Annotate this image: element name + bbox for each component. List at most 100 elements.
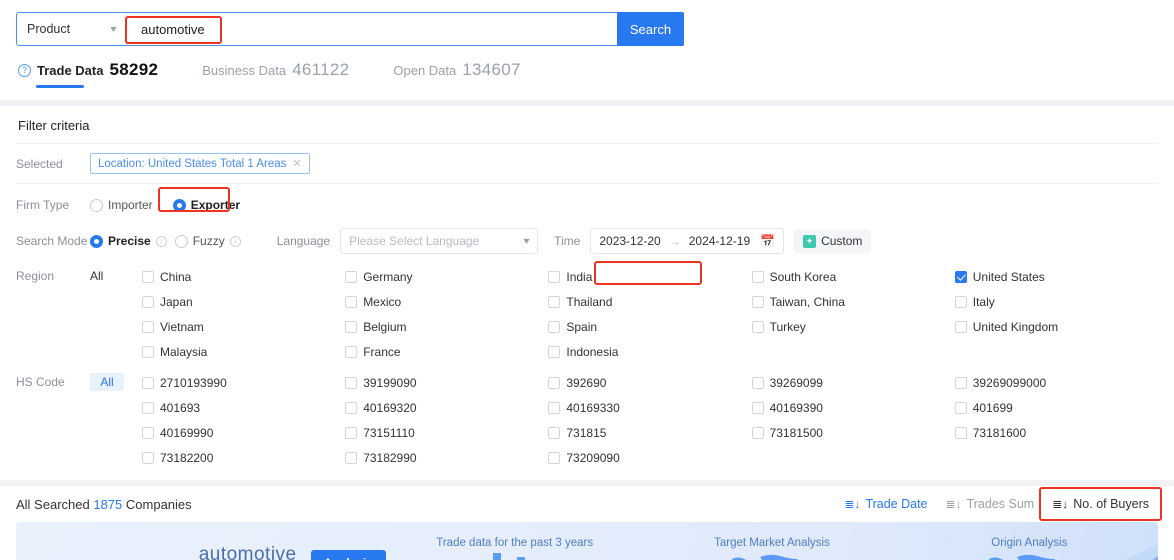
search-input[interactable] bbox=[135, 17, 617, 41]
checkbox-icon[interactable] bbox=[548, 270, 561, 283]
language-select[interactable]: Please Select Language ▾ bbox=[340, 228, 539, 254]
region-checkbox-vietnam[interactable]: Vietnam bbox=[142, 314, 345, 339]
checkbox-icon[interactable] bbox=[548, 295, 561, 308]
checkbox-icon[interactable] bbox=[345, 295, 358, 308]
help-icon[interactable]: ? bbox=[18, 63, 31, 77]
region-checkbox-south-korea[interactable]: South Korea bbox=[751, 264, 955, 289]
tab-business-data[interactable]: Business Data 461122 bbox=[202, 60, 349, 88]
hs-code-checkbox-2710193990[interactable]: 2710193990 bbox=[142, 370, 345, 395]
calendar-icon[interactable]: 📅 bbox=[760, 234, 775, 248]
region-checkbox-united-states[interactable]: United States bbox=[954, 264, 1158, 289]
hs-code-checkbox-401699[interactable]: 401699 bbox=[954, 395, 1158, 420]
date-to[interactable]: 2024-12-19 bbox=[689, 234, 750, 248]
analysis-button[interactable]: Analysis bbox=[310, 550, 386, 560]
region-checkbox-mexico[interactable]: Mexico bbox=[345, 289, 548, 314]
checkbox-icon[interactable] bbox=[954, 401, 967, 414]
hs-code-checkbox-40169330[interactable]: 40169330 bbox=[548, 395, 751, 420]
info-icon[interactable]: i bbox=[155, 235, 167, 247]
hs-code-checkbox-73151110[interactable]: 73151110 bbox=[345, 420, 548, 445]
hs-code-checkbox-73181500[interactable]: 73181500 bbox=[751, 420, 955, 445]
checkbox-icon[interactable] bbox=[345, 345, 358, 358]
region-checkbox-spain[interactable]: Spain bbox=[548, 314, 751, 339]
checkbox-icon[interactable] bbox=[954, 426, 967, 439]
checkbox-icon[interactable] bbox=[142, 320, 154, 333]
hs-code-checkbox-40169990[interactable]: 40169990 bbox=[142, 420, 345, 445]
hs-code-checkbox-392690[interactable]: 392690 bbox=[548, 370, 751, 395]
checkbox-icon[interactable] bbox=[142, 451, 154, 464]
region-checkbox-italy[interactable]: Italy bbox=[954, 289, 1158, 314]
banner-cell-trade-data[interactable]: Trade data for the past 3 years bbox=[386, 537, 643, 560]
region-checkbox-indonesia[interactable]: Indonesia bbox=[548, 339, 751, 364]
checkbox-icon[interactable] bbox=[142, 345, 154, 358]
checkbox-icon[interactable] bbox=[142, 376, 154, 389]
checkbox-icon[interactable] bbox=[751, 426, 764, 439]
hs-code-checkbox-73182990[interactable]: 73182990 bbox=[345, 445, 548, 470]
region-checkbox-germany[interactable]: Germany bbox=[345, 264, 548, 289]
checkbox-icon[interactable] bbox=[954, 270, 967, 283]
tab-trade-data[interactable]: ? Trade Data 58292 bbox=[18, 60, 158, 88]
region-checkbox-united-kingdom[interactable]: United Kingdom bbox=[954, 314, 1158, 339]
checkbox-icon[interactable] bbox=[345, 320, 358, 333]
banner-cell-target-market[interactable]: Target Market Analysis bbox=[643, 537, 900, 560]
hs-code-checkbox-73181600[interactable]: 73181600 bbox=[954, 420, 1158, 445]
sort-no-of-buyers[interactable]: ≣↓ No. of Buyers bbox=[1039, 487, 1162, 521]
checkbox-icon[interactable] bbox=[345, 376, 358, 389]
checkbox-icon[interactable] bbox=[751, 401, 764, 414]
hs-code-checkbox-39199090[interactable]: 39199090 bbox=[345, 370, 548, 395]
date-from[interactable]: 2023-12-20 bbox=[599, 234, 660, 248]
checkbox-icon[interactable] bbox=[751, 270, 764, 283]
checkbox-icon[interactable] bbox=[345, 426, 358, 439]
checkbox-icon[interactable] bbox=[142, 426, 154, 439]
radio-exporter[interactable]: Exporter bbox=[172, 198, 240, 212]
promo-banner[interactable]: automotive Global Trade Activities Analy… bbox=[16, 522, 1158, 560]
region-checkbox-france[interactable]: France bbox=[345, 339, 548, 364]
custom-range-button[interactable]: ✦ Custom bbox=[794, 229, 872, 253]
sort-trade-date[interactable]: ≣↓ Trade Date bbox=[835, 492, 936, 516]
region-checkbox-turkey[interactable]: Turkey bbox=[751, 314, 955, 339]
region-checkbox-china[interactable]: China bbox=[142, 264, 345, 289]
hs-code-checkbox-731815[interactable]: 731815 bbox=[548, 420, 751, 445]
tab-open-data[interactable]: Open Data 134607 bbox=[393, 60, 520, 88]
region-checkbox-belgium[interactable]: Belgium bbox=[345, 314, 548, 339]
hs-code-checkbox-39269099000[interactable]: 39269099000 bbox=[954, 370, 1158, 395]
checkbox-icon[interactable] bbox=[345, 270, 358, 283]
banner-cell-origin-analysis[interactable]: Origin Analysis bbox=[901, 537, 1158, 560]
checkbox-icon[interactable] bbox=[954, 376, 967, 389]
checkbox-icon[interactable] bbox=[345, 401, 358, 414]
hs-code-checkbox-40169320[interactable]: 40169320 bbox=[345, 395, 548, 420]
checkbox-icon[interactable] bbox=[548, 426, 561, 439]
checkbox-icon[interactable] bbox=[751, 320, 764, 333]
radio-fuzzy[interactable]: Fuzzy i bbox=[174, 234, 241, 248]
radio-importer[interactable]: Importer bbox=[90, 198, 153, 212]
checkbox-icon[interactable] bbox=[751, 295, 764, 308]
region-all-button[interactable]: All bbox=[90, 264, 142, 283]
checkbox-icon[interactable] bbox=[345, 451, 358, 464]
region-checkbox-japan[interactable]: Japan bbox=[142, 289, 345, 314]
checkbox-icon[interactable] bbox=[548, 376, 561, 389]
hs-code-checkbox-73182200[interactable]: 73182200 bbox=[142, 445, 345, 470]
hs-code-checkbox-39269099[interactable]: 39269099 bbox=[751, 370, 955, 395]
checkbox-icon[interactable] bbox=[548, 345, 561, 358]
info-icon[interactable]: i bbox=[229, 235, 241, 247]
hs-code-checkbox-40169390[interactable]: 40169390 bbox=[751, 395, 955, 420]
checkbox-icon[interactable] bbox=[751, 376, 764, 389]
region-checkbox-thailand[interactable]: Thailand bbox=[548, 289, 751, 314]
date-range-picker[interactable]: 2023-12-20 → 2024-12-19 📅 bbox=[590, 228, 785, 254]
search-category-select[interactable]: Product ▾ bbox=[17, 13, 127, 45]
radio-precise[interactable]: Precise i bbox=[90, 234, 167, 248]
sort-trades-sum[interactable]: ≣↓ Trades Sum bbox=[937, 492, 1044, 516]
search-button[interactable]: Search bbox=[617, 12, 684, 46]
checkbox-icon[interactable] bbox=[142, 401, 154, 414]
region-checkbox-taiwan-china[interactable]: Taiwan, China bbox=[751, 289, 955, 314]
hs-code-checkbox-73209090[interactable]: 73209090 bbox=[548, 445, 751, 470]
hs-code-checkbox-401693[interactable]: 401693 bbox=[142, 395, 345, 420]
checkbox-icon[interactable] bbox=[142, 295, 154, 308]
close-icon[interactable]: ✕ bbox=[292, 157, 301, 170]
selected-tag-location[interactable]: Location: United States Total 1 Areas ✕ bbox=[90, 153, 310, 174]
checkbox-icon[interactable] bbox=[548, 451, 561, 464]
region-checkbox-malaysia[interactable]: Malaysia bbox=[142, 339, 345, 364]
checkbox-icon[interactable] bbox=[548, 320, 561, 333]
checkbox-icon[interactable] bbox=[954, 320, 967, 333]
checkbox-icon[interactable] bbox=[142, 270, 154, 283]
region-checkbox-india[interactable]: India bbox=[548, 264, 751, 289]
